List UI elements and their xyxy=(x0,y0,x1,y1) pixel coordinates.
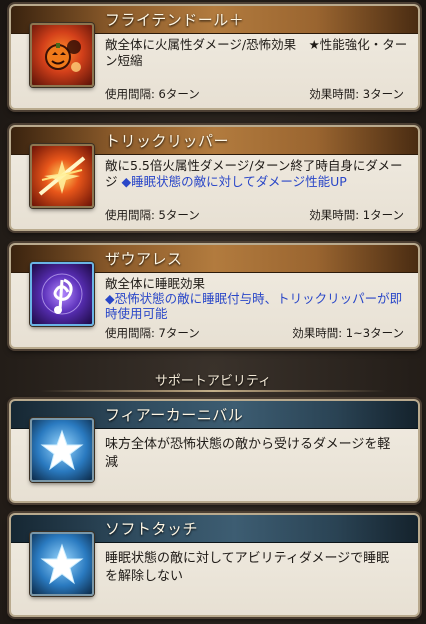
support-card-1[interactable]: フィアーカーニバル 味方全体が恐怖状態の敵から受けるダメージを軽減 xyxy=(9,399,420,503)
cooldown-text: 使用間隔: 7ターン xyxy=(105,326,200,340)
star-icon xyxy=(30,418,94,482)
skill-description-highlight: ◆恐怖状態の敵に睡眠付与時、トリックリッパーが即時使用可能 xyxy=(105,291,403,321)
skill-card-3[interactable]: ザウアレス 敵全体に睡眠効果 ◆恐怖状態の敵に睡眠付与時、トリックリッパーが即時… xyxy=(9,243,420,349)
skill-description: 敵全体に火属性ダメージ/恐怖効果 ★性能強化・ターン短縮 xyxy=(105,37,408,68)
cooldown-text: 使用間隔: 6ターン xyxy=(105,87,200,101)
support-card-2[interactable]: ソフトタッチ 睡眠状態の敵に対してアビリティダメージで睡眠を解除しない xyxy=(9,513,420,617)
skill-card-2[interactable]: トリックリッパー 敵に5.5倍火属性ダメージ/ターン終了時自身にダメージ ◆睡眠… xyxy=(9,125,420,231)
skill-name: トリックリッパー xyxy=(105,132,230,150)
support-ability-heading: サポートアビリティ xyxy=(154,374,272,389)
skill-description-highlight: ◆睡眠状態の敵に対してダメージ性能UP xyxy=(121,174,347,189)
slash-burst-icon xyxy=(30,144,94,208)
skill-description: 敵に5.5倍火属性ダメージ/ターン終了時自身にダメージ ◆睡眠状態の敵に対してダ… xyxy=(105,158,411,190)
support-description: 睡眠状態の敵に対してアビリティダメージで睡眠を解除しない xyxy=(105,551,390,584)
pumpkin-doll-icon xyxy=(30,23,94,87)
skill-card-1[interactable]: フライテンドール＋ 敵全体に火属性ダメージ/恐怖効果 ★性能強化・ターン短縮 使… xyxy=(9,4,420,110)
skill-description-main: 敵全体に睡眠効果 xyxy=(105,276,206,291)
skill-stats: 使用間隔: 7ターン 効果時間: 1~3ターン xyxy=(105,325,404,341)
section-divider xyxy=(40,390,386,392)
music-note-icon xyxy=(30,262,94,326)
skill-name: フライテンドール＋ xyxy=(105,11,245,29)
support-description: 味方全体が恐怖状態の敵から受けるダメージを軽減 xyxy=(105,437,391,470)
duration-text: 効果時間: 1ターン xyxy=(309,208,404,222)
cooldown-text: 使用間隔: 5ターン xyxy=(105,208,200,222)
duration-text: 効果時間: 3ターン xyxy=(309,87,404,101)
skill-stats: 使用間隔: 6ターン 効果時間: 3ターン xyxy=(105,86,404,102)
support-name: フィアーカーニバル xyxy=(105,406,244,424)
duration-text: 効果時間: 1~3ターン xyxy=(292,326,404,340)
support-name: ソフトタッチ xyxy=(105,520,199,538)
skill-description: 敵全体に睡眠効果 ◆恐怖状態の敵に睡眠付与時、トリックリッパーが即時使用可能 xyxy=(105,276,411,321)
skill-stats: 使用間隔: 5ターン 効果時間: 1ターン xyxy=(105,207,404,223)
star-icon xyxy=(30,532,94,596)
skill-name: ザウアレス xyxy=(105,250,183,268)
